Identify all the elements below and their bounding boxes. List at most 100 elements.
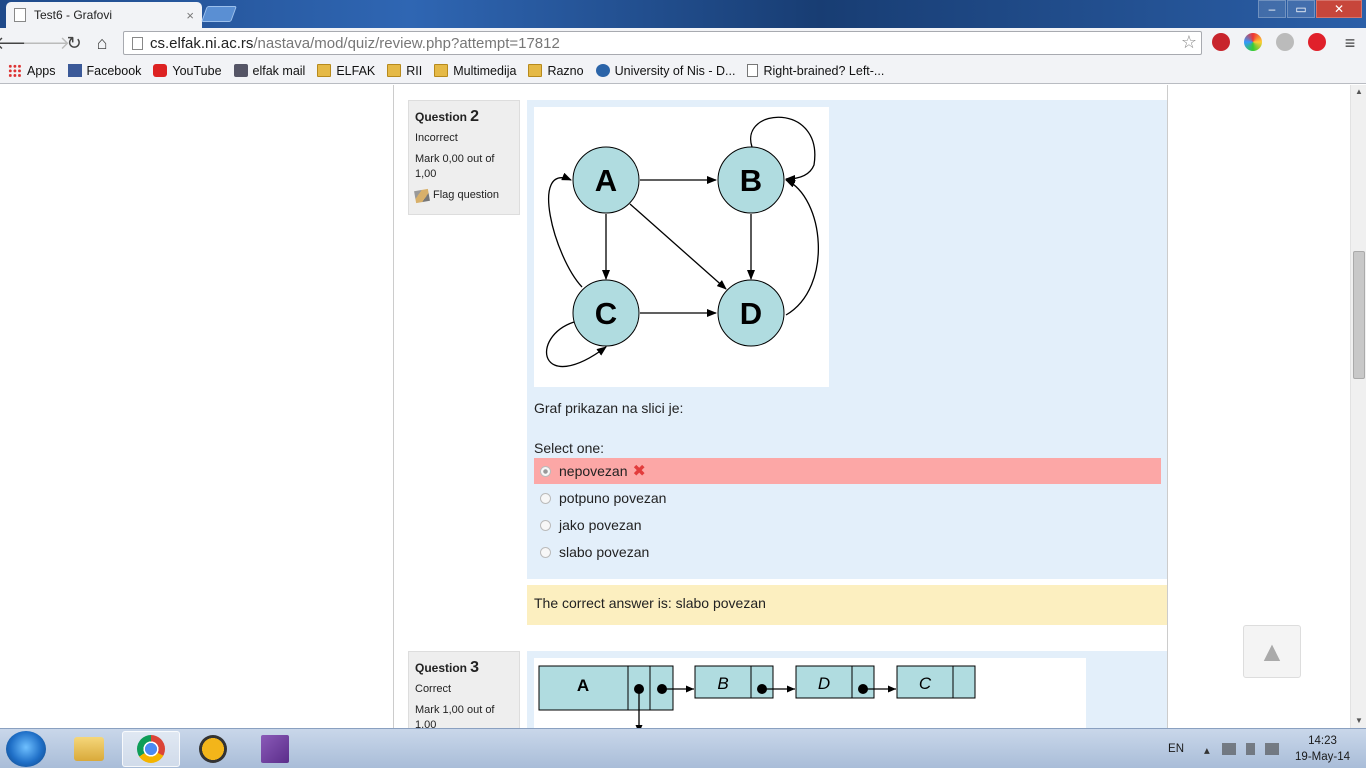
window-controls: – ▭ ✕ (1257, 0, 1362, 18)
volume-icon[interactable] (1265, 743, 1280, 755)
svg-text:C: C (919, 674, 932, 693)
page-icon (747, 64, 759, 77)
gray-extension-icon[interactable] (1276, 33, 1294, 51)
folder-icon (434, 64, 449, 77)
new-tab-button[interactable] (201, 6, 237, 22)
windows-taskbar: EN ▴ 14:23 19-May-14 (0, 728, 1366, 768)
radio-button[interactable] (540, 519, 551, 531)
scroll-up-arrow-icon[interactable]: ▲ (1351, 85, 1366, 99)
page-favicon-icon (14, 8, 26, 22)
question-2-title: Question 2 (415, 108, 479, 125)
graph-node-d: D (717, 279, 785, 347)
browser-tab[interactable]: Test6 - Grafovi × (6, 2, 202, 28)
arrow-up-icon: ▲ (1258, 635, 1286, 667)
visual-studio-icon (261, 735, 289, 763)
linked-list-diagram: A B D C (538, 665, 976, 728)
facebook-icon (67, 64, 82, 77)
home-icon[interactable]: ⌂ (88, 29, 116, 57)
answer-option-nepovezan[interactable]: nepovezan ✖ (534, 458, 1161, 484)
mail-icon (233, 64, 248, 77)
chrome-taskbar-button[interactable] (122, 731, 180, 767)
triangle-app-icon (199, 735, 227, 763)
address-bar[interactable]: cs.elfak.ni.ac.rs/nastava/mod/quiz/revie… (123, 31, 1202, 55)
flag-question-link[interactable]: Flag question (414, 188, 513, 203)
question-2-state: Incorrect (415, 132, 458, 144)
explorer-taskbar-button[interactable] (60, 731, 118, 767)
bookmarks-bar: Apps Facebook YouTube elfak mail ELFAK R… (0, 58, 1366, 84)
youtube-icon (153, 64, 168, 77)
start-button[interactable] (6, 731, 46, 767)
svg-text:D: D (740, 296, 762, 331)
system-clock[interactable]: 14:23 19-May-14 (1295, 733, 1350, 765)
answer-option-slabo-povezan[interactable]: slabo povezan (534, 539, 1161, 565)
graph-node-a: A (572, 146, 640, 214)
bookmark-elfak[interactable]: ELFAK (317, 64, 375, 78)
visual-studio-taskbar-button[interactable] (246, 731, 304, 767)
radio-button[interactable] (540, 492, 551, 504)
svg-text:B: B (717, 674, 728, 693)
alert-extension-icon[interactable] (1308, 33, 1326, 51)
maximize-button[interactable]: ▭ (1287, 0, 1315, 18)
bookmark-apps[interactable]: Apps (8, 64, 56, 78)
tab-close-icon[interactable]: × (186, 8, 194, 23)
page-scrollbar[interactable]: ▲ ▼ (1350, 85, 1366, 728)
show-hidden-icons-icon[interactable]: ▴ (1204, 743, 1212, 757)
url-path: /nastava/mod/quiz/review.php?attempt=178… (253, 34, 560, 52)
bookmark-elfak-mail[interactable]: elfak mail (233, 64, 305, 78)
bookmark-rii[interactable]: RII (387, 64, 422, 78)
question-3-info: Question 3 Correct Mark 1,00 out of 1,00 (408, 651, 520, 728)
correct-answer-feedback: The correct answer is: slabo povezan (527, 585, 1167, 625)
scrollbar-thumb[interactable] (1353, 251, 1365, 379)
app-taskbar-button[interactable] (184, 731, 242, 767)
radio-button[interactable] (540, 546, 551, 558)
svg-text:C: C (595, 296, 617, 331)
adblock-extension-icon[interactable] (1212, 33, 1230, 51)
page-icon (132, 36, 143, 50)
network-signal-icon[interactable] (1222, 743, 1237, 755)
color-extension-icon[interactable] (1244, 33, 1262, 51)
close-window-button[interactable]: ✕ (1316, 0, 1362, 18)
svg-text:A: A (577, 676, 589, 695)
menu-icon[interactable]: ≡ (1336, 29, 1364, 57)
svg-text:D: D (818, 674, 830, 693)
incorrect-x-icon: ✖ (632, 463, 646, 480)
question-3-state: Correct (415, 683, 452, 695)
directed-graph: A B C D (545, 116, 819, 368)
browser-titlebar: Test6 - Grafovi × – ▭ ✕ (0, 0, 1366, 28)
bookmark-multimedija[interactable]: Multimedija (434, 64, 516, 78)
radio-button[interactable] (540, 465, 551, 477)
bookmark-razno[interactable]: Razno (528, 64, 584, 78)
language-indicator[interactable]: EN (1168, 743, 1184, 755)
back-to-top-button[interactable]: ▲ (1243, 625, 1301, 678)
select-one-label: Select one: (534, 440, 605, 456)
system-tray: EN ▴ 14:23 19-May-14 (1168, 729, 1356, 768)
forward-arrow-icon[interactable]: 🡒 (22, 29, 70, 57)
page-viewport: Question 2 Incorrect Mark 0,00 out of 1,… (0, 85, 1350, 728)
graph-image: A B C D (534, 107, 829, 387)
scroll-down-arrow-icon[interactable]: ▼ (1351, 714, 1366, 728)
question-2-info: Question 2 Incorrect Mark 0,00 out of 1,… (408, 100, 520, 215)
linked-list-image: A B D C (534, 658, 1086, 728)
folder-icon (317, 64, 332, 77)
bookmark-right-brained[interactable]: Right-brained? Left-... (747, 64, 884, 78)
answer-option-potpuno-povezan[interactable]: potpuno povezan (534, 485, 1161, 511)
reload-icon[interactable]: ↻ (60, 29, 88, 57)
answer-option-jako-povezan[interactable]: jako povezan (534, 512, 1161, 538)
bookmark-star-icon[interactable]: ☆ (1181, 32, 1197, 53)
folder-icon (528, 64, 543, 77)
browser-toolbar: 🡐 🡒 ↻ ⌂ cs.elfak.ni.ac.rs/nastava/mod/qu… (0, 28, 1366, 58)
chrome-icon (137, 735, 165, 763)
list-node-c: C (896, 665, 976, 699)
minimize-button[interactable]: – (1258, 0, 1286, 18)
svg-text:A: A (595, 163, 617, 198)
question-3-content: A B D C (527, 651, 1167, 728)
bookmark-facebook[interactable]: Facebook (67, 64, 141, 78)
bookmark-youtube[interactable]: YouTube (153, 64, 222, 78)
url-host: cs.elfak.ni.ac.rs (150, 34, 254, 52)
battery-icon[interactable] (1246, 743, 1256, 755)
question-2-prompt: Graf prikazan na slici je: (534, 400, 684, 416)
graph-node-b: B (717, 146, 785, 214)
question-2-content: A B C D Graf prikazan na slici je: Selec… (527, 100, 1167, 579)
question-3-title: Question 3 (415, 659, 479, 676)
bookmark-university[interactable]: University of Nis - D... (595, 64, 735, 78)
